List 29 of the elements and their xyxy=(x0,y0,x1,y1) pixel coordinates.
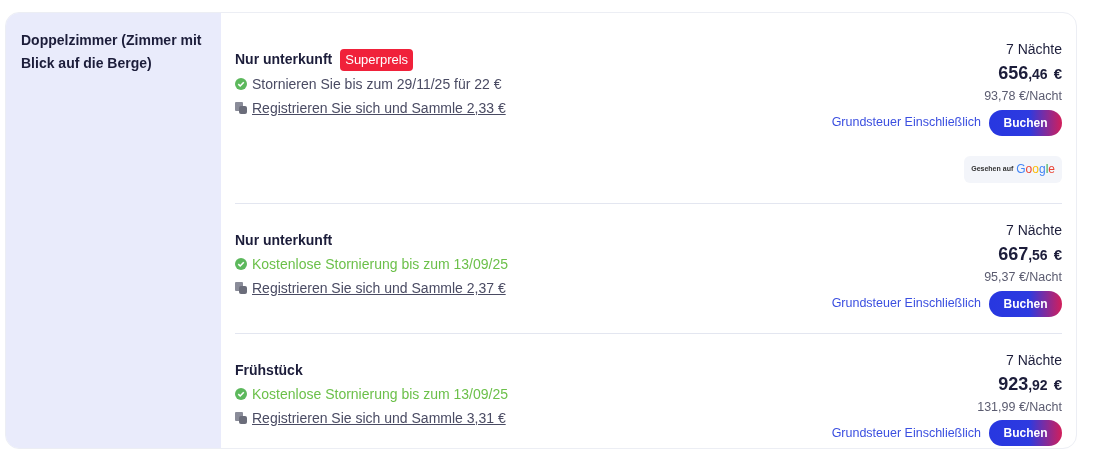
deal-badge: Superprels xyxy=(340,49,414,71)
rate-name: Frühstück xyxy=(235,360,303,380)
price-per-night: 131,99 €/Nacht xyxy=(977,398,1062,416)
nights-count: 7 Nächte xyxy=(1005,40,1062,59)
book-button[interactable]: Buchen xyxy=(989,290,1062,317)
tax-note: Grundsteuer Einschließlich xyxy=(831,295,981,313)
tax-note: Grundsteuer Einschließlich xyxy=(831,114,981,132)
cancellation-policy: Kostenlose Stornierung bis zum 13/09/25 xyxy=(252,254,509,274)
rewards-link[interactable]: Registrieren Sie sich und Sammle 2,33 € xyxy=(252,97,506,119)
nights-count: 7 Nächte xyxy=(1005,220,1062,240)
price-per-night: 95,37 €/Nacht xyxy=(984,268,1062,286)
coins-icon xyxy=(235,282,247,295)
total-price: 667,56 € xyxy=(998,242,1062,266)
cancellation-policy: Kostenlose Stornierung bis zum 13/09/25 xyxy=(252,384,509,404)
rate-name: Nur unterkunft xyxy=(235,50,333,70)
nights-count: 7 Nächte xyxy=(1005,350,1062,370)
rewards-link[interactable]: Registrieren Sie sich und Sammle 3,31 € xyxy=(252,407,506,429)
coins-icon xyxy=(235,412,247,424)
price-per-night: 93,78 €/Nacht xyxy=(984,88,1062,105)
cancellation-policy: Stornieren Sie bis zum 29/11/25 für 22 € xyxy=(252,74,502,94)
tax-note: Grundsteuer Einschließlich xyxy=(831,424,981,442)
book-button[interactable]: Buchen xyxy=(989,420,1062,447)
book-button[interactable]: Buchen xyxy=(989,109,1062,136)
total-price: 923,92 € xyxy=(998,372,1062,396)
coins-icon xyxy=(235,102,247,114)
total-price: 656,46 € xyxy=(998,62,1062,85)
rate-name: Nur unterkunft xyxy=(235,230,333,250)
room-title: Doppelzimmer (Zimmer mit Blick auf die Berge) xyxy=(21,31,203,73)
rewards-link[interactable]: Registrieren Sie sich und Sammle 2,37 € xyxy=(252,277,506,299)
